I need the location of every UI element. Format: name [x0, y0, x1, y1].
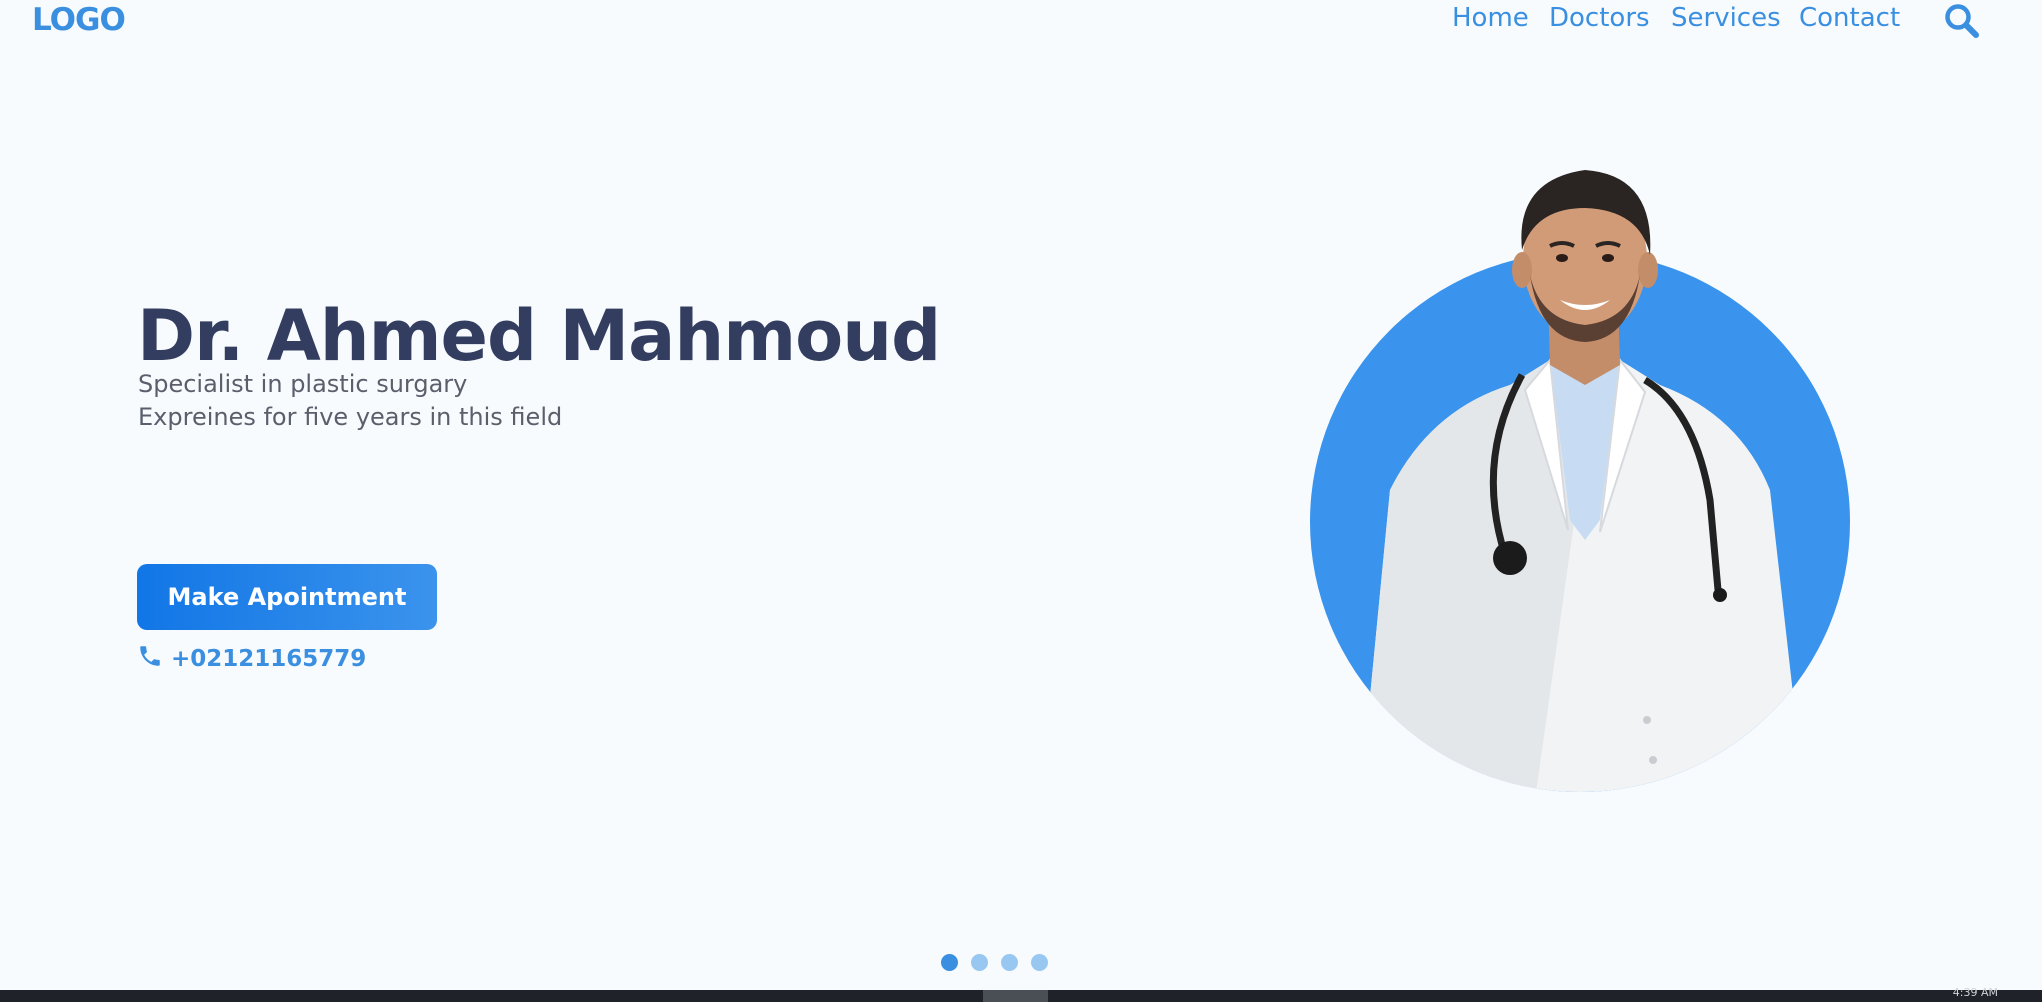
doctor-photo [1300, 160, 1860, 800]
carousel-dot[interactable] [941, 954, 958, 971]
phone-number: +02121165779 [171, 646, 367, 672]
search-icon[interactable] [1943, 2, 1983, 40]
carousel-dot[interactable] [1001, 954, 1018, 971]
phone-icon [137, 643, 163, 675]
taskbar-active-app[interactable] [983, 990, 1048, 1002]
logo[interactable]: LOGO [32, 2, 126, 38]
taskbar: 4:39 AM [0, 986, 2042, 1002]
taskbar-clock: 4:39 AM [1952, 986, 1998, 999]
page: LOGO Home Doctors Services Contact Dr. A… [0, 0, 2042, 1002]
doctor-experience: Expreines for five years in this field [138, 403, 563, 431]
make-appointment-button[interactable]: Make Apointment [137, 564, 437, 630]
carousel-dots [941, 954, 1048, 972]
carousel-dot[interactable] [1031, 954, 1048, 971]
nav-doctors[interactable]: Doctors [1549, 0, 1650, 36]
doctor-name: Dr. Ahmed Mahmoud [137, 295, 941, 377]
doctor-specialty: Specialist in plastic surgary [138, 370, 468, 398]
nav-home[interactable]: Home [1452, 0, 1529, 36]
nav-services[interactable]: Services [1671, 0, 1781, 36]
phone-link[interactable]: +02121165779 [137, 642, 366, 676]
nav-contact[interactable]: Contact [1799, 0, 1900, 36]
carousel-dot[interactable] [971, 954, 988, 971]
